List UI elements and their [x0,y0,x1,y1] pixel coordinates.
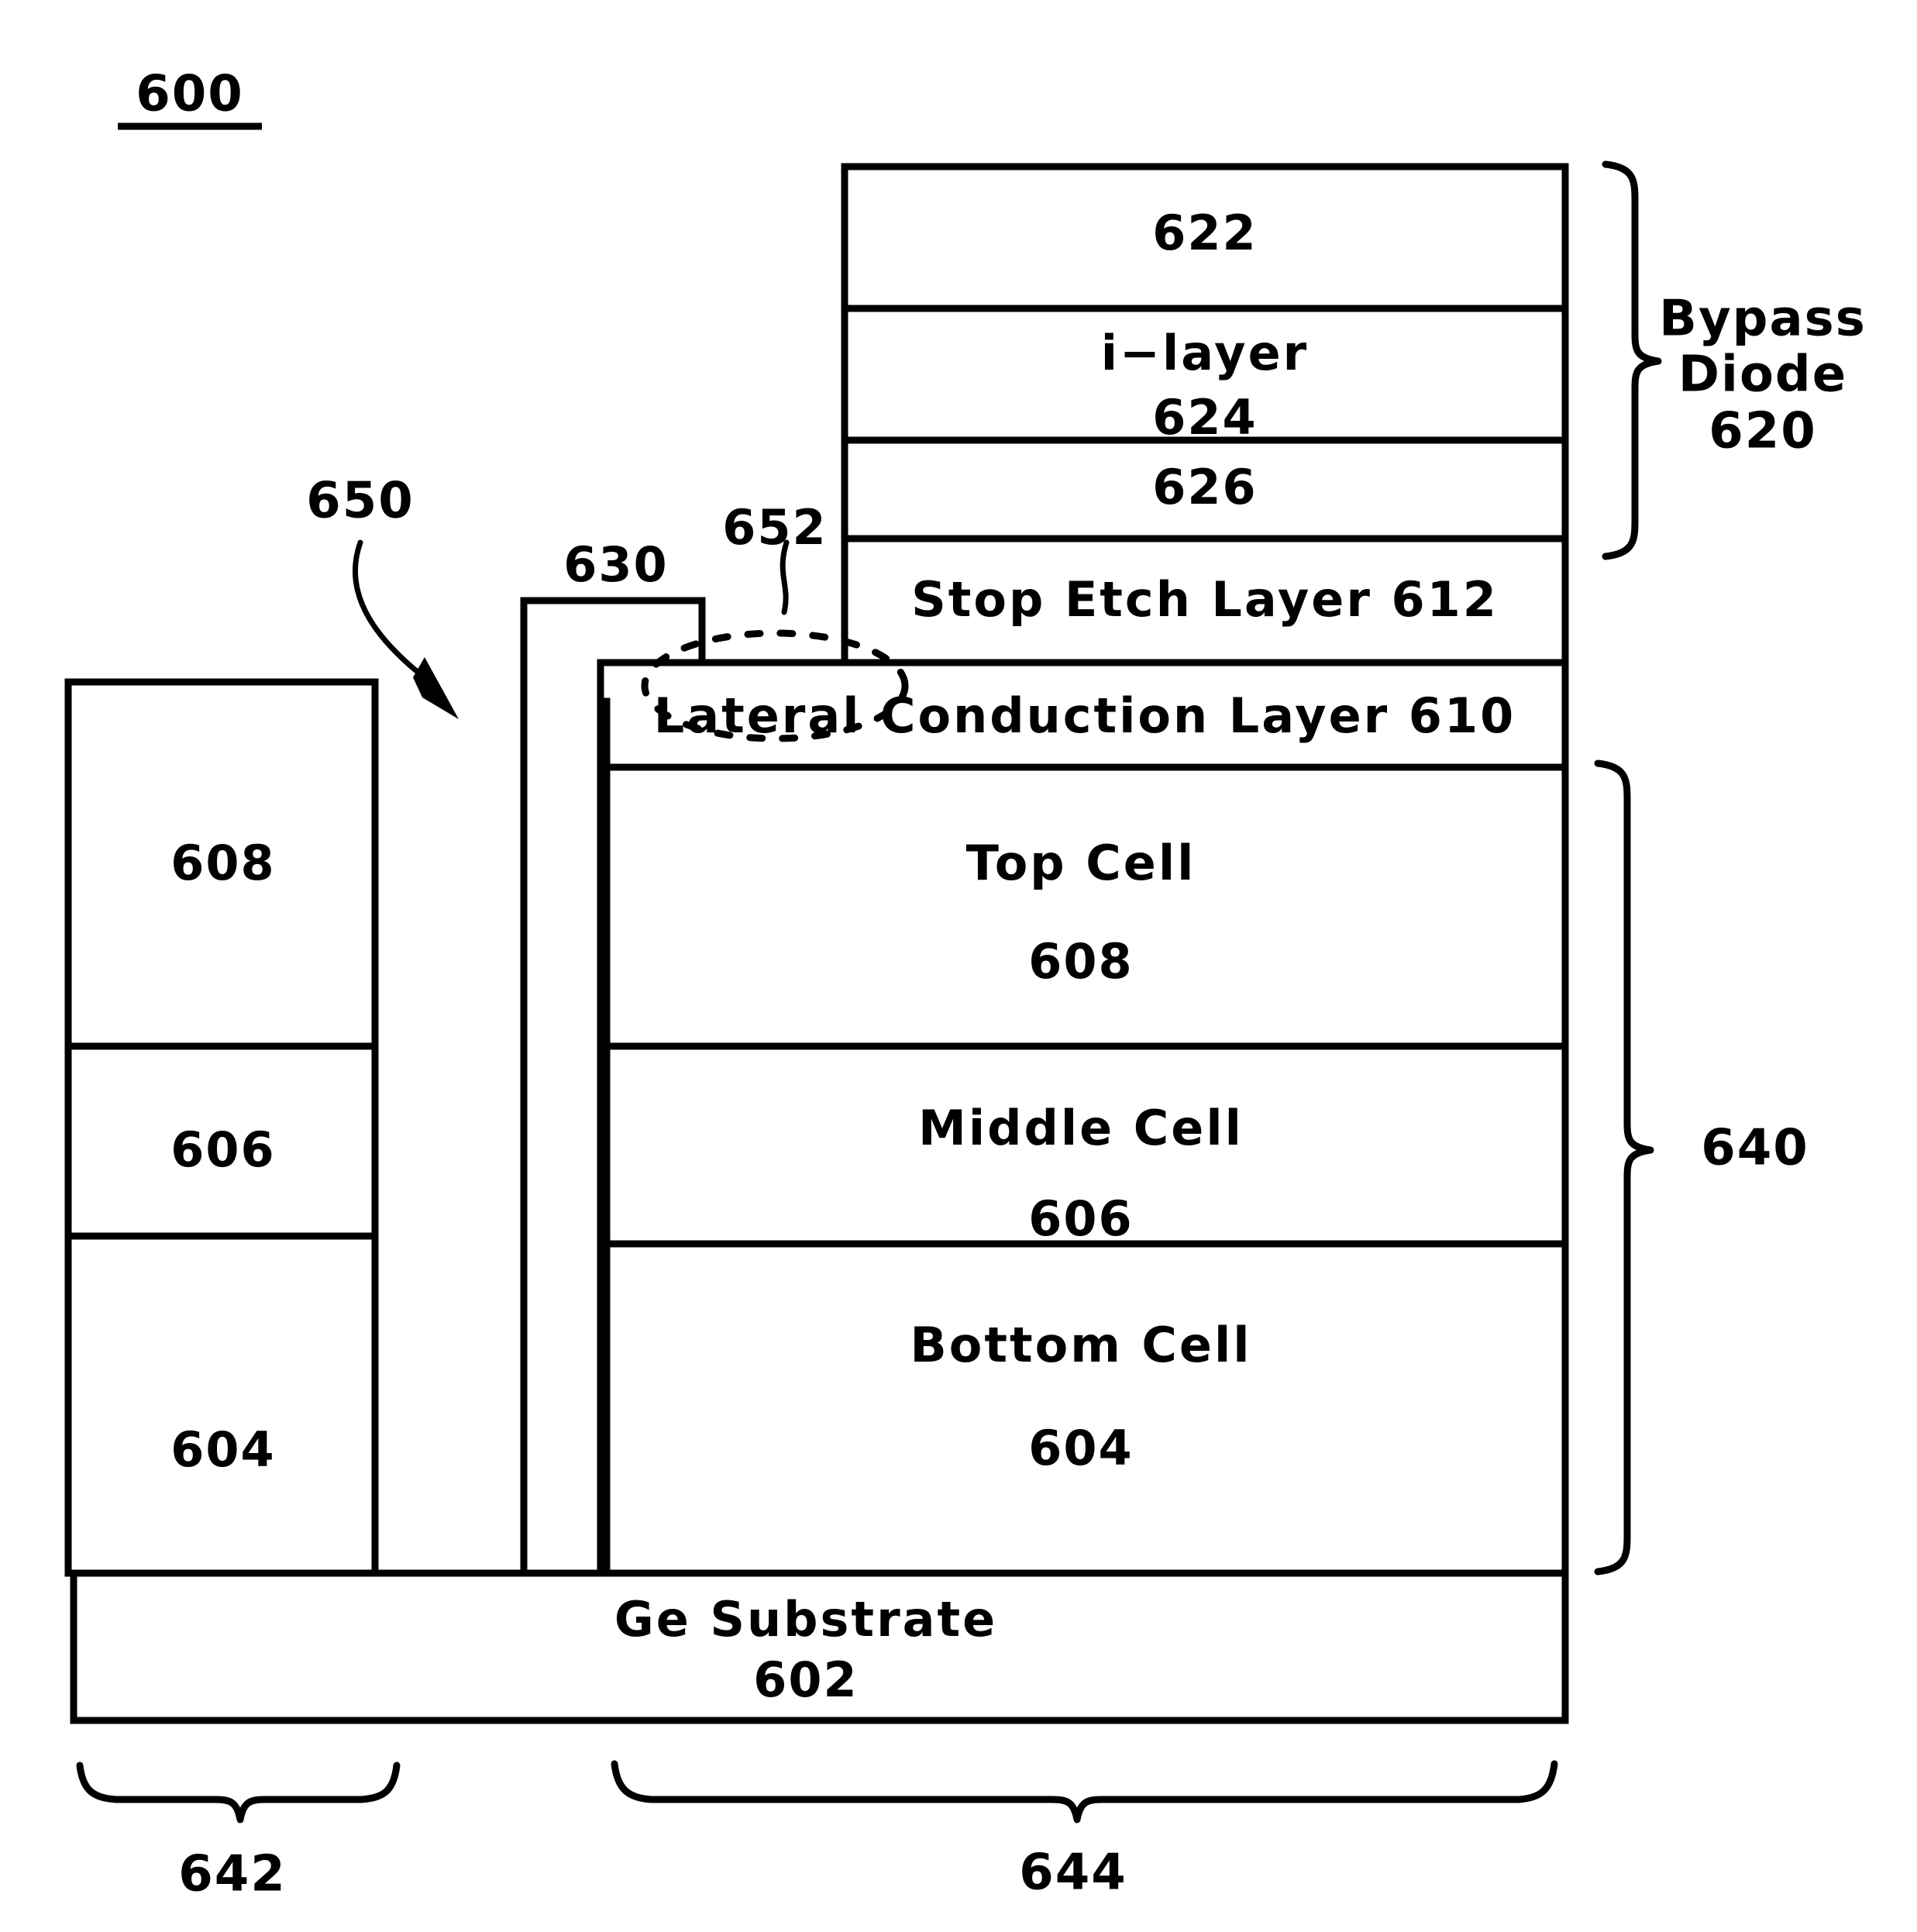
callout-650-arrowhead [413,657,459,719]
bottom-cell-box [597,1240,1569,1577]
bypass-layer-622-label: 622 [1152,205,1257,261]
bottom-bracket-644-label: 644 [1019,1844,1127,1902]
bypass-diode-label-line2: Diode [1678,346,1847,404]
bottom-bracket-642-label: 642 [178,1846,287,1903]
bottom-bracket-644-brace [611,1760,1558,1824]
left-mesa-604-box [64,1232,379,1577]
stop-etch-layer-label: Stop Etch Layer 612 [911,571,1499,628]
callout-652-label: 652 [722,499,827,556]
bypass-diode-brace [1602,160,1662,560]
top-cell-box [597,763,1569,1050]
bypass-layer-624-label: i−layer [1101,325,1309,381]
bottom-cell-label: Bottom Cell [910,1317,1252,1373]
left-mesa-606-label: 606 [170,1121,275,1178]
patent-figure-600: 600 622 i−layer 624 626 Stop Etch Layer … [0,0,1917,1932]
ge-substrate-label: Ge Substrate [614,1591,997,1648]
callout-650-arrow-shaft [352,539,433,685]
bottom-bracket-642-brace [76,1762,401,1824]
callout-650-label: 650 [306,473,415,530]
middle-cell-sublabel: 606 [1028,1190,1133,1247]
solar-cell-stack-label: 640 [1701,1120,1809,1177]
left-mesa-604-label: 604 [170,1421,275,1478]
solar-cell-stack-brace [1594,759,1654,1576]
bypass-diode-label-line1: Bypass [1659,291,1867,348]
bypass-layer-626-label: 626 [1152,459,1257,515]
column-630-outline [520,597,706,1577]
ge-substrate-sublabel: 602 [753,1651,858,1708]
top-cell-label: Top Cell [966,835,1196,891]
column-630-label: 630 [563,536,668,593]
left-mesa-608-label: 608 [170,835,275,891]
bypass-diode-label-line3: 620 [1709,403,1817,460]
middle-cell-label: Middle Cell [918,1100,1244,1156]
top-cell-sublabel: 608 [1028,933,1133,990]
bottom-cell-sublabel: 604 [1028,1420,1133,1476]
figure-id-label: 600 [136,66,244,123]
